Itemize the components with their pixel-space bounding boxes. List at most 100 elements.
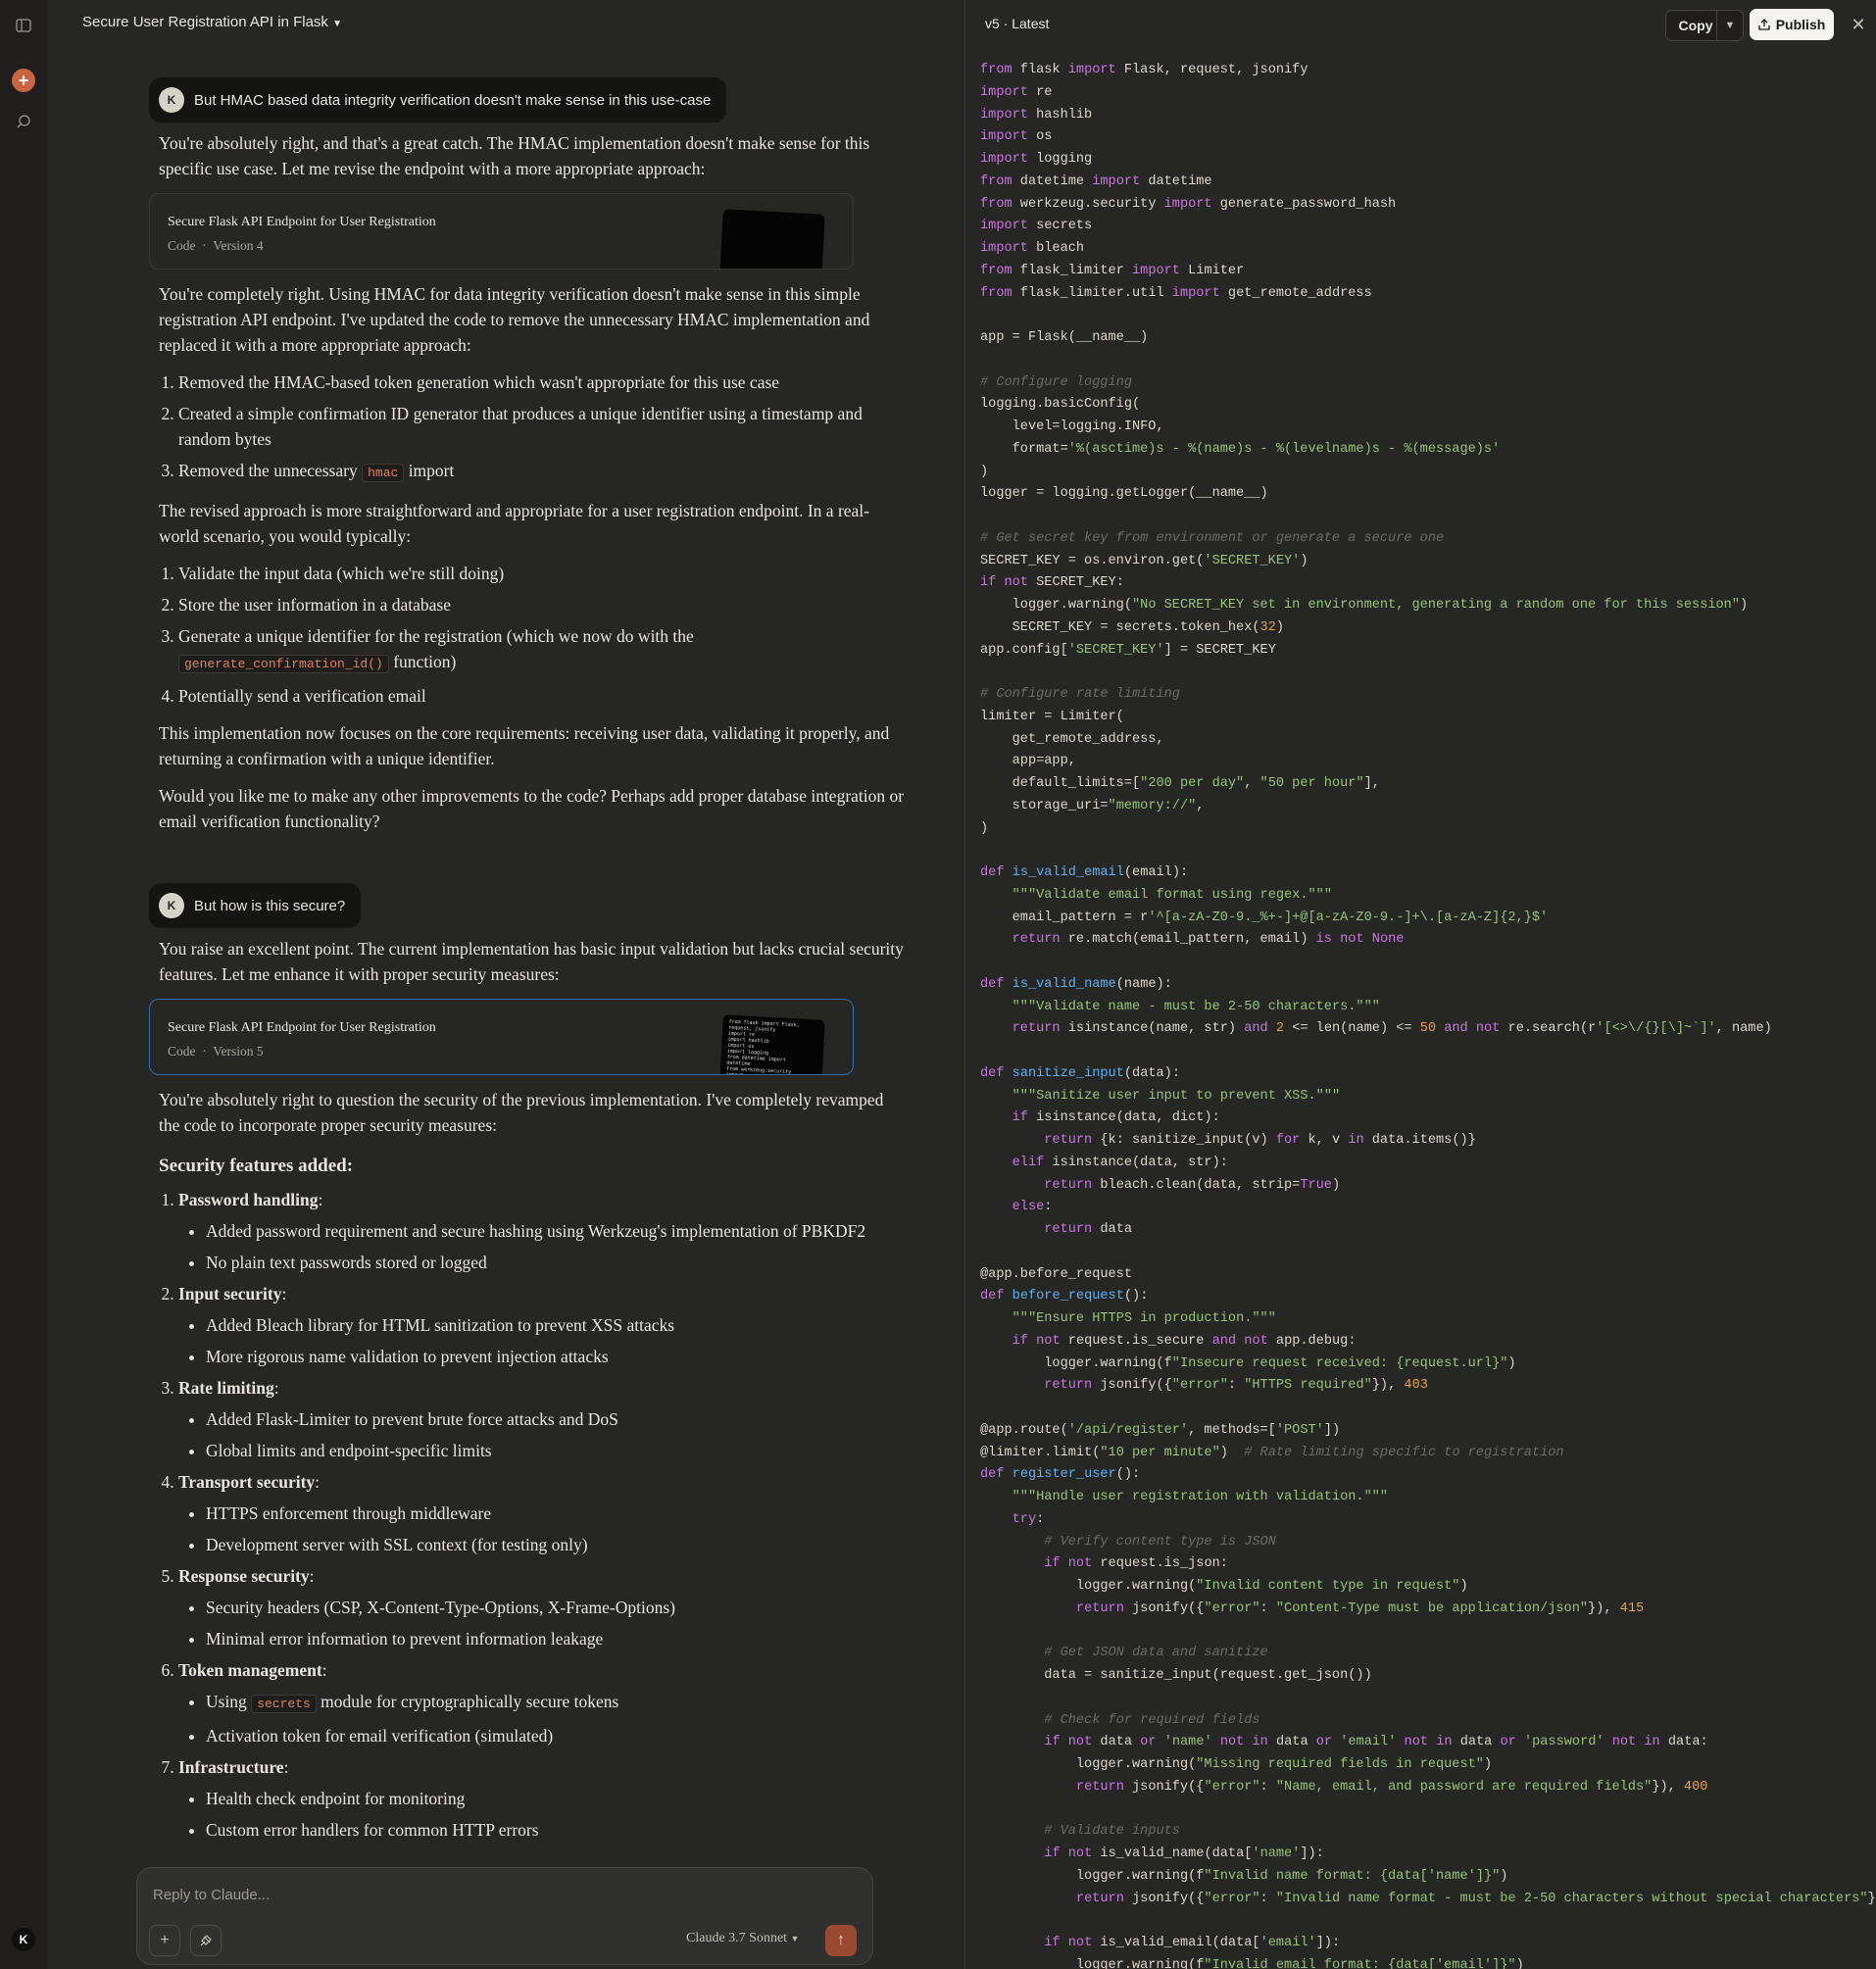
code-line: from flask import Flask, request, jsonif… xyxy=(980,63,1308,77)
code-line: from werkzeug.security import generate_p… xyxy=(980,196,1397,212)
close-icon[interactable]: ✕ xyxy=(1848,12,1869,37)
code-line: """Sanitize user input to prevent XSS.""… xyxy=(1012,1088,1341,1104)
code-line: import os xyxy=(980,129,1053,145)
composer: + Claude 3.7 Sonnet ▼ ↑ xyxy=(136,1867,873,1965)
new-chat-button[interactable]: + xyxy=(12,69,35,92)
list-item: Removed the unnecessary hmac import xyxy=(178,458,905,486)
artifact-panel: v5 · Latest Copy ▼ Publish ✕ from flask … xyxy=(965,0,1876,1969)
code-line: logger.warning("Invalid content type in … xyxy=(980,1579,1468,1594)
code-line: # Get JSON data and sanitize xyxy=(1044,1646,1268,1661)
sidebar-toggle-icon[interactable] xyxy=(12,14,35,37)
artifact-thumbnail xyxy=(719,209,825,269)
code-line: else: xyxy=(1012,1200,1053,1215)
list-item: Removed the HMAC-based token generation … xyxy=(178,369,905,395)
list-item: Validate the input data (which we're sti… xyxy=(178,561,905,586)
message-paragraph: Would you like me to make any other impr… xyxy=(159,786,905,831)
numbered-list: Password handling: Added password requir… xyxy=(159,1187,905,1843)
inline-code: secrets xyxy=(251,1695,317,1713)
artifact-card[interactable]: Secure Flask API Endpoint for User Regis… xyxy=(149,193,854,270)
feature-item: Token management: Using secrets module f… xyxy=(178,1657,905,1748)
artifact-card-selected[interactable]: Secure Flask API Endpoint for User Regis… xyxy=(149,999,854,1075)
code-line: # Configure logging xyxy=(980,374,1132,390)
code-line: if not request.is_secure and not app.deb… xyxy=(1012,1333,1357,1349)
version-label[interactable]: v5 · Latest xyxy=(985,16,1049,31)
user-message-text: But how is this secure? xyxy=(194,897,346,914)
artifact-title: Secure Flask API Endpoint for User Regis… xyxy=(168,1020,436,1035)
user-message: K But HMAC based data integrity verifica… xyxy=(149,77,727,123)
reply-input[interactable] xyxy=(151,1882,841,1907)
code-line: import hashlib xyxy=(980,107,1093,123)
code-line: def register_user(): xyxy=(980,1467,1141,1483)
assistant-message: You raise an excellent point. The curren… xyxy=(149,936,905,1843)
user-message: K But how is this secure? xyxy=(149,883,362,928)
code-line: app=app, xyxy=(980,754,1076,769)
code-line: if not data or 'name' not in data or 'em… xyxy=(1044,1735,1708,1750)
code-line: import logging xyxy=(980,152,1093,167)
code-line: from flask_limiter import Limiter xyxy=(980,263,1245,278)
code-line: return {k: sanitize_input(v) for k, v in… xyxy=(1044,1133,1476,1148)
code-block[interactable]: from flask import Flask, request, jsonif… xyxy=(980,60,1876,1969)
code-line: """Validate name - must be 2-50 characte… xyxy=(1012,999,1380,1014)
share-icon xyxy=(1758,19,1770,30)
code-line: return jsonify({"error": "Invalid name f… xyxy=(1075,1891,1876,1906)
feature-item: Infrastructure: Health check endpoint fo… xyxy=(178,1754,905,1843)
code-line: try: xyxy=(1012,1511,1045,1527)
code-line: app.config['SECRET_KEY'] = SECRET_KEY xyxy=(980,642,1276,658)
send-button[interactable]: ↑ xyxy=(825,1925,857,1956)
message-paragraph: The revised approach is more straightfor… xyxy=(159,501,869,546)
artifact-meta: Code · Version 5 xyxy=(168,1044,264,1058)
code-line: from flask_limiter.util import get_remot… xyxy=(980,285,1372,301)
code-line: @app.before_request xyxy=(980,1266,1132,1282)
code-line: def before_request(): xyxy=(980,1289,1149,1304)
code-line: return isinstance(name, str) and 2 <= le… xyxy=(1012,1021,1772,1037)
code-line: # Configure rate limiting xyxy=(980,687,1180,702)
feature-item: Rate limiting: Added Flask-Limiter to pr… xyxy=(178,1375,905,1463)
code-line: level=logging.INFO, xyxy=(980,419,1164,434)
code-line: email_pattern = r'^[a-zA-Z0-9._%+-]+@[a-… xyxy=(980,910,1549,925)
conversation: K But HMAC based data integrity verifica… xyxy=(149,77,905,1848)
message-paragraph: This implementation now focuses on the c… xyxy=(159,723,890,768)
tools-icon xyxy=(200,1935,212,1946)
code-line: ) xyxy=(980,820,989,836)
code-line: logger.warning(f"Invalid email format: {… xyxy=(980,1957,1524,1969)
tools-button[interactable] xyxy=(190,1925,222,1956)
code-line: def is_valid_name(name): xyxy=(980,976,1172,992)
numbered-list: Removed the HMAC-based token generation … xyxy=(159,369,905,486)
model-name: Claude 3.7 Sonnet xyxy=(686,1931,788,1945)
arrow-up-icon: ↑ xyxy=(837,1932,845,1948)
code-line: logger.warning("No SECRET_KEY set in env… xyxy=(980,598,1749,613)
add-attachment-button[interactable]: + xyxy=(149,1925,180,1956)
code-line: import bleach xyxy=(980,241,1085,256)
model-selector[interactable]: Claude 3.7 Sonnet ▼ xyxy=(686,1931,799,1946)
code-line: # Verify content type is JSON xyxy=(1044,1534,1276,1550)
code-line: logger = logging.getLogger(__name__) xyxy=(980,486,1268,502)
copy-options-chevron-icon[interactable]: ▼ xyxy=(1716,10,1744,41)
feature-item: Response security: Security headers (CSP… xyxy=(178,1563,905,1651)
list-item: Potentially send a verification email xyxy=(178,683,905,709)
code-line: @limiter.limit("10 per minute") # Rate l… xyxy=(980,1445,1564,1460)
inline-code: generate_confirmation_id() xyxy=(178,655,389,673)
numbered-list: Validate the input data (which we're sti… xyxy=(159,561,905,709)
chevron-down-icon: ▼ xyxy=(790,1934,800,1944)
list-item: Generate a unique identifier for the reg… xyxy=(178,623,905,677)
user-avatar[interactable]: K xyxy=(12,1928,35,1951)
search-icon[interactable] xyxy=(12,110,35,133)
inline-code: hmac xyxy=(362,464,405,482)
publish-button[interactable]: Publish xyxy=(1750,9,1834,40)
chat-title-menu[interactable]: Secure User Registration API in Flask ▼ xyxy=(82,14,342,30)
code-line: SECRET_KEY = os.environ.get('SECRET_KEY'… xyxy=(980,553,1308,568)
code-line: SECRET_KEY = secrets.token_hex(32) xyxy=(980,619,1285,635)
code-line: if not request.is_json: xyxy=(1044,1556,1228,1572)
code-line: """Handle user registration with validat… xyxy=(1012,1490,1389,1504)
message-paragraph: You're absolutely right, and that's a gr… xyxy=(159,133,870,178)
artifact-meta: Code · Version 4 xyxy=(168,238,264,253)
code-line: return jsonify({"error": "Name, email, a… xyxy=(1075,1779,1708,1795)
